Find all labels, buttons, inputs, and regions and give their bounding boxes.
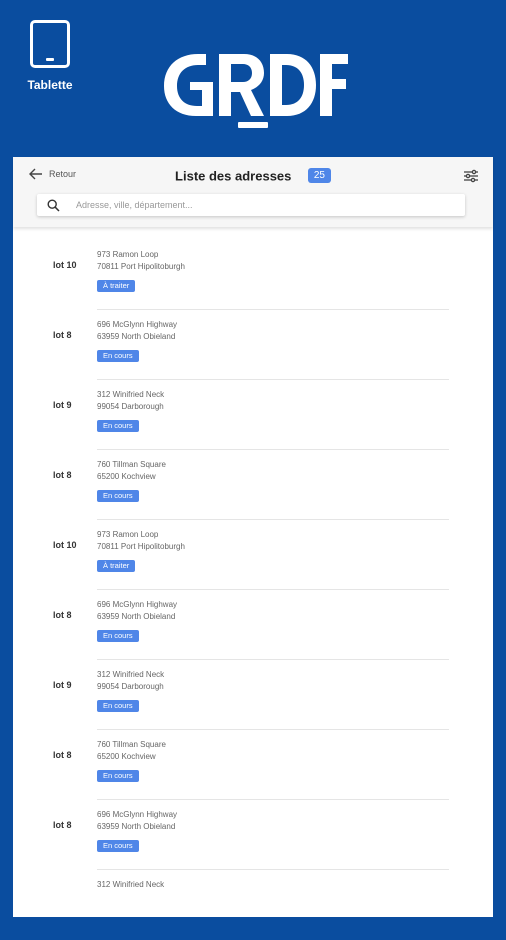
lot-label: lot 9 xyxy=(53,400,72,410)
address-row[interactable]: 312 Winifried Neck xyxy=(13,870,493,940)
street: 760 Tillman Square xyxy=(97,460,166,469)
street: 760 Tillman Square xyxy=(97,740,166,749)
city: 63959 North Obieland xyxy=(97,822,176,831)
status-badge: En cours xyxy=(97,420,139,432)
address-block: 312 Winifried Neck 99054 Darborough xyxy=(97,389,164,413)
address-list-panel: Retour Liste des adresses 25 lot 10 973 … xyxy=(13,157,493,917)
city: 63959 North Obieland xyxy=(97,332,176,341)
device-label: Tablette xyxy=(27,78,73,92)
status-badge: En cours xyxy=(97,770,139,782)
status-badge: En cours xyxy=(97,490,139,502)
lot-label: lot 8 xyxy=(53,610,72,620)
address-block: 760 Tillman Square 65200 Kochview xyxy=(97,739,166,763)
grdf-logo xyxy=(164,54,348,128)
city: 99054 Darborough xyxy=(97,402,164,411)
address-row[interactable]: lot 9 312 Winifried Neck 99054 Darboroug… xyxy=(13,660,493,730)
status-badge: À traiter xyxy=(97,280,136,292)
address-block: 696 McGlynn Highway 63959 North Obieland xyxy=(97,809,177,833)
tablet-icon xyxy=(30,20,70,68)
city: 70811 Port Hipolitoburgh xyxy=(97,262,185,271)
search-icon xyxy=(47,198,60,212)
street: 696 McGlynn Highway xyxy=(97,600,178,609)
address-block: 696 McGlynn Highway 63959 North Obieland xyxy=(97,599,177,623)
street: 312 Winifried Neck xyxy=(97,880,165,889)
lot-label: lot 8 xyxy=(53,470,72,480)
address-row[interactable]: lot 10 973 Ramon Loop 70811 Port Hipolit… xyxy=(13,240,493,310)
street: 696 McGlynn Highway xyxy=(97,810,178,819)
status-badge: En cours xyxy=(97,840,139,852)
address-row[interactable]: lot 8 696 McGlynn Highway 63959 North Ob… xyxy=(13,590,493,660)
device-badge: Tablette xyxy=(22,20,78,92)
status-badge: En cours xyxy=(97,630,139,642)
address-row[interactable]: lot 10 973 Ramon Loop 70811 Port Hipolit… xyxy=(13,520,493,590)
search-input[interactable] xyxy=(74,199,458,211)
address-row[interactable]: lot 8 696 McGlynn Highway 63959 North Ob… xyxy=(13,800,493,870)
lot-label: lot 10 xyxy=(53,260,77,270)
street: 696 McGlynn Highway xyxy=(97,320,178,329)
lot-label: lot 8 xyxy=(53,750,72,760)
address-block: 312 Winifried Neck 99054 Darborough xyxy=(97,669,164,693)
street: 312 Winifried Neck xyxy=(97,670,165,679)
lot-label: lot 9 xyxy=(53,680,72,690)
address-block: 973 Ramon Loop 70811 Port Hipolitoburgh xyxy=(97,249,185,273)
lot-label: lot 10 xyxy=(53,540,77,550)
toolbar: Retour Liste des adresses 25 xyxy=(13,157,493,227)
page-title: Liste des adresses xyxy=(175,168,292,184)
city: 63959 North Obieland xyxy=(97,612,176,621)
title-group: Liste des adresses 25 xyxy=(13,167,493,185)
address-list: lot 10 973 Ramon Loop 70811 Port Hipolit… xyxy=(13,240,493,940)
count-badge: 25 xyxy=(307,168,331,184)
city: 70811 Port Hipolitoburgh xyxy=(97,542,185,551)
status-badge: En cours xyxy=(97,350,139,362)
search-bar xyxy=(37,194,465,216)
street: 973 Ramon Loop xyxy=(97,250,159,259)
city: 65200 Kochview xyxy=(97,472,156,481)
address-block: 696 McGlynn Highway 63959 North Obieland xyxy=(97,319,177,343)
address-block: 760 Tillman Square 65200 Kochview xyxy=(97,459,166,483)
address-row[interactable]: lot 8 760 Tillman Square 65200 Kochview … xyxy=(13,450,493,520)
address-block: 312 Winifried Neck xyxy=(97,879,164,891)
street: 973 Ramon Loop xyxy=(97,530,159,539)
status-badge: À traiter xyxy=(97,560,136,572)
filter-icon[interactable] xyxy=(463,169,479,183)
address-block: 973 Ramon Loop 70811 Port Hipolitoburgh xyxy=(97,529,185,553)
city: 65200 Kochview xyxy=(97,752,156,761)
lot-label: lot 8 xyxy=(53,820,72,830)
city: 99054 Darborough xyxy=(97,682,164,691)
address-row[interactable]: lot 9 312 Winifried Neck 99054 Darboroug… xyxy=(13,380,493,450)
street: 312 Winifried Neck xyxy=(97,390,165,399)
lot-label: lot 8 xyxy=(53,330,72,340)
status-badge: En cours xyxy=(97,700,139,712)
address-row[interactable]: lot 8 760 Tillman Square 65200 Kochview … xyxy=(13,730,493,800)
address-row[interactable]: lot 8 696 McGlynn Highway 63959 North Ob… xyxy=(13,310,493,380)
